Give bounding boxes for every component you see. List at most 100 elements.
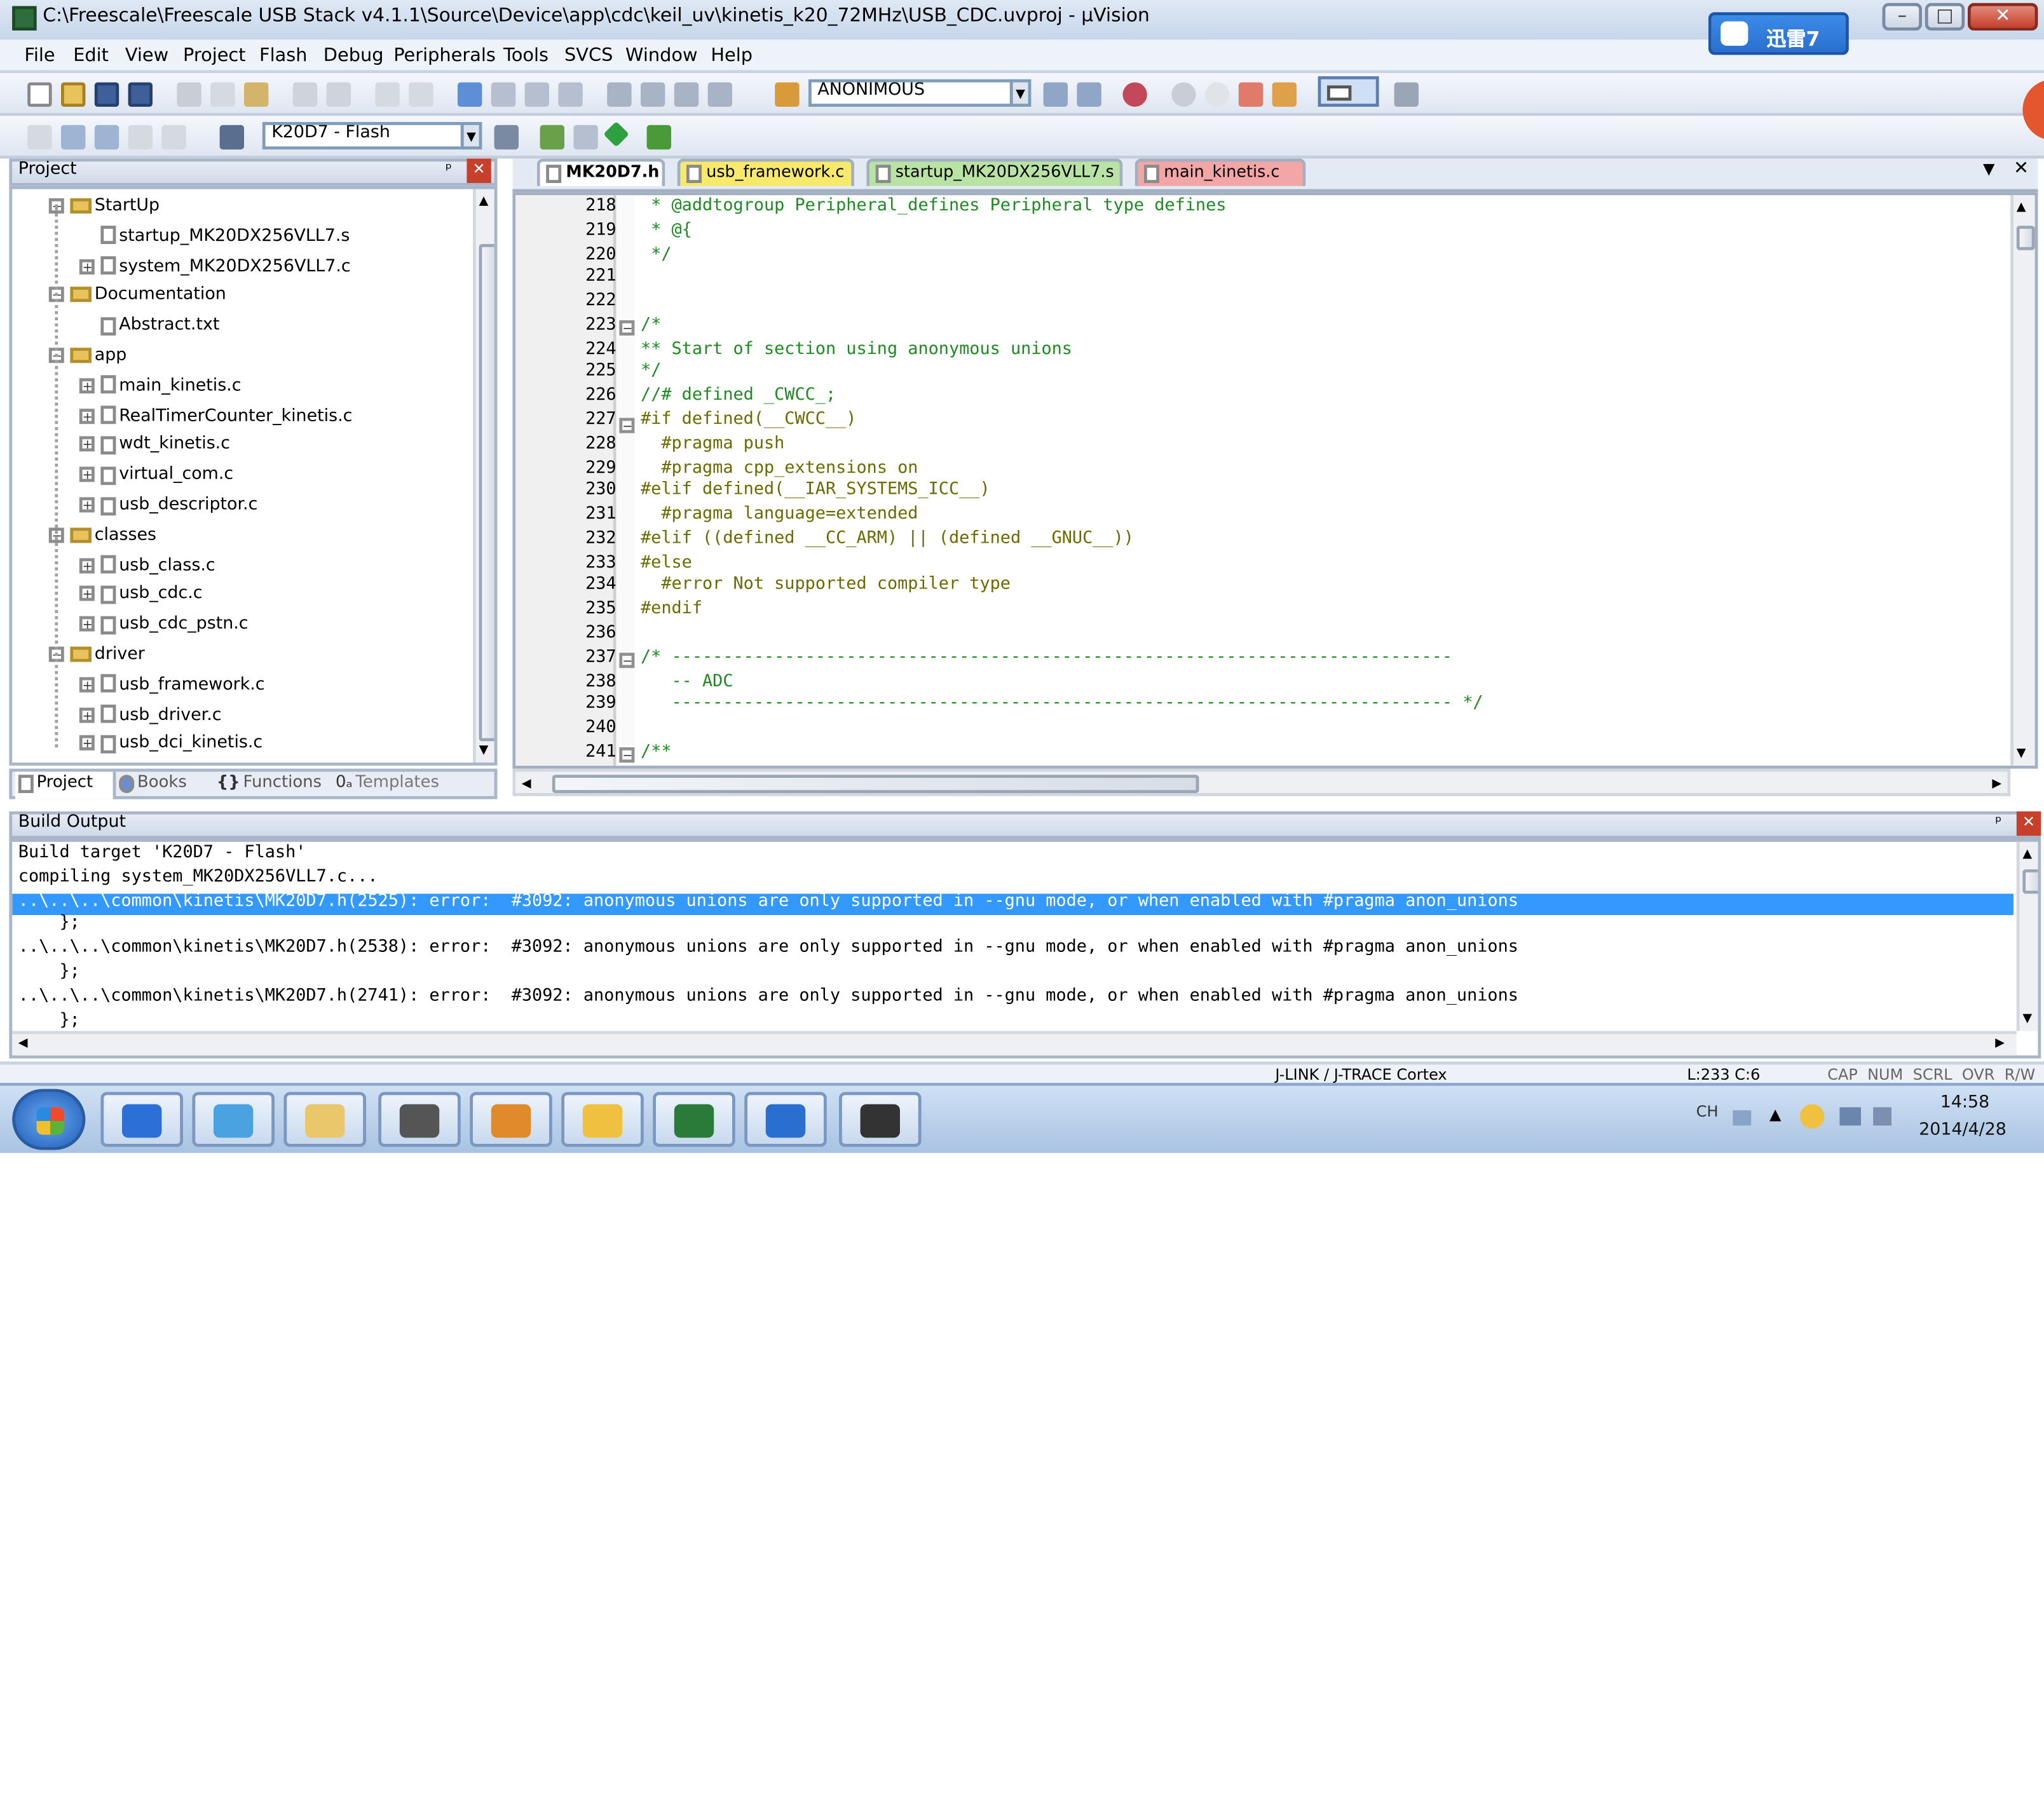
scroll-up-icon[interactable]: ▲ bbox=[479, 192, 489, 207]
tab-functions[interactable]: {} Functions bbox=[214, 771, 327, 799]
nav-forward-icon[interactable] bbox=[409, 82, 433, 107]
taskbar-button[interactable] bbox=[746, 1092, 828, 1147]
code-line[interactable]: ** Start of section using anonymous unio… bbox=[641, 341, 1072, 359]
taskbar-button[interactable] bbox=[12, 1089, 86, 1150]
batch-build-icon[interactable] bbox=[128, 125, 153, 150]
menu-debug[interactable]: Debug bbox=[324, 44, 384, 66]
maximize-button[interactable]: □ bbox=[1925, 3, 1965, 31]
expand-icon[interactable]: + bbox=[79, 616, 95, 632]
target-combo[interactable]: K20D7 - Flash bbox=[262, 122, 467, 150]
build-output-line-selected[interactable]: ..\..\..\common\kinetis\MK20D7.h(2525): … bbox=[18, 892, 1518, 911]
menu-help[interactable]: Help bbox=[711, 44, 753, 66]
project-file-node[interactable]: + usb_dci_kinetis.c bbox=[79, 733, 262, 763]
code-line[interactable]: #if defined(__CWCC__) bbox=[641, 412, 857, 430]
expand-icon[interactable]: + bbox=[79, 407, 95, 423]
expand-icon[interactable]: + bbox=[79, 587, 95, 602]
expand-icon[interactable]: + bbox=[79, 676, 95, 692]
project-file-node[interactable]: + virtual_com.c bbox=[79, 465, 233, 494]
code-line[interactable]: * @{ bbox=[641, 222, 692, 240]
download-flash-icon[interactable] bbox=[219, 125, 244, 150]
taskbar-button[interactable] bbox=[838, 1092, 920, 1147]
project-group-node[interactable]: − classes bbox=[48, 524, 156, 554]
clear-all-breakpoints-icon[interactable] bbox=[1272, 82, 1297, 107]
build-output-log[interactable]: Build target 'K20D7 - Flash' compiling sy… bbox=[9, 839, 2041, 1059]
scroll-right-icon[interactable]: ▶ bbox=[1992, 775, 2001, 790]
scroll-down-icon[interactable]: ▼ bbox=[2022, 1010, 2032, 1025]
cut-icon[interactable] bbox=[177, 82, 201, 107]
copy-icon[interactable] bbox=[210, 82, 235, 107]
configure-icon[interactable] bbox=[1394, 82, 1419, 107]
menu-window[interactable]: Window bbox=[625, 44, 698, 66]
project-file-node[interactable]: startup_MK20DX256VLL7.s bbox=[79, 225, 350, 255]
stop-build-icon[interactable] bbox=[161, 125, 186, 150]
editor-tab-main-kinetis-c[interactable]: main_kinetis.c bbox=[1134, 158, 1306, 186]
next-bookmark-icon[interactable] bbox=[524, 82, 550, 107]
fold-toggle-icon[interactable]: − bbox=[619, 416, 635, 432]
target-options-icon[interactable] bbox=[494, 125, 519, 150]
project-file-node[interactable]: + usb_descriptor.c bbox=[79, 494, 257, 524]
editor-horizontal-scrollbar[interactable]: ◀ ▶ bbox=[512, 768, 2011, 796]
taskbar-button[interactable] bbox=[469, 1092, 552, 1147]
project-file-node[interactable]: + system_MK20DX256VLL7.c bbox=[79, 255, 351, 285]
menu-peripherals[interactable]: Peripherals bbox=[393, 44, 496, 66]
project-group-node[interactable]: − Documentation bbox=[48, 285, 226, 315]
project-panel-close-icon[interactable]: ✕ bbox=[467, 158, 491, 183]
build-output-hscrollbar[interactable]: ◀ ▶ bbox=[12, 1031, 2017, 1056]
build-output-line[interactable]: }; bbox=[18, 964, 79, 982]
debug-start-icon[interactable] bbox=[1122, 82, 1147, 107]
taskbar-button[interactable] bbox=[100, 1092, 183, 1147]
taskbar-button[interactable] bbox=[193, 1092, 275, 1147]
close-editor-icon[interactable]: ✕ bbox=[2013, 159, 2029, 180]
editor-tab-startup-s[interactable]: startup_MK20DX256VLL7.s bbox=[866, 158, 1123, 186]
editor-vertical-scrollbar[interactable]: ▲ ▼ bbox=[2010, 195, 2035, 766]
tray-clock-date[interactable]: 2014/4/28 bbox=[1919, 1122, 2007, 1141]
scroll-left-icon[interactable]: ◀ bbox=[522, 775, 531, 790]
menu-flash[interactable]: Flash bbox=[259, 44, 308, 66]
disable-breakpoint-icon[interactable] bbox=[1205, 82, 1230, 107]
uncomment-icon[interactable] bbox=[707, 82, 732, 107]
editor-tab-mk20d7-h[interactable]: MK20D7.h bbox=[536, 158, 665, 186]
scroll-right-icon[interactable]: ▶ bbox=[1995, 1034, 2005, 1049]
build-output-line[interactable]: }; bbox=[18, 916, 79, 935]
tray-clock-time[interactable]: 14:58 bbox=[1940, 1095, 1989, 1113]
editor-vscroll-thumb[interactable] bbox=[2016, 226, 2035, 250]
incremental-find-icon[interactable] bbox=[1077, 82, 1101, 107]
kill-breakpoints-icon[interactable] bbox=[1238, 82, 1264, 107]
window-layout-button[interactable] bbox=[1318, 76, 1379, 107]
fold-toggle-icon[interactable]: − bbox=[619, 321, 635, 337]
nav-back-icon[interactable] bbox=[375, 82, 400, 107]
scroll-up-icon[interactable]: ▲ bbox=[2022, 845, 2032, 860]
tab-templates[interactable]: 0ₐ Templates bbox=[332, 771, 454, 799]
tray-volume-icon[interactable] bbox=[1873, 1107, 1891, 1126]
scroll-down-icon[interactable]: ▼ bbox=[479, 741, 489, 756]
code-line[interactable]: #pragma language=extended bbox=[641, 506, 918, 525]
save-icon[interactable] bbox=[94, 82, 119, 107]
build-output-line[interactable]: ..\..\..\common\kinetis\MK20D7.h(2741): … bbox=[18, 988, 1518, 1006]
code-line[interactable]: ----------------------------------------… bbox=[641, 696, 1483, 715]
prev-bookmark-icon[interactable] bbox=[491, 82, 516, 107]
code-editor[interactable] bbox=[512, 192, 2038, 769]
build-output-close-icon[interactable]: ✕ bbox=[2016, 811, 2041, 836]
menu-file[interactable]: File bbox=[24, 44, 55, 66]
file-extensions-icon[interactable] bbox=[573, 125, 598, 150]
code-line[interactable]: -- ADC bbox=[641, 673, 733, 691]
code-line[interactable]: #endif bbox=[641, 602, 702, 620]
xunlei-floating-badge[interactable]: 迅雷7 bbox=[1708, 12, 1849, 55]
fold-toggle-icon[interactable]: − bbox=[619, 653, 635, 669]
build-output-line[interactable]: Build target 'K20D7 - Flash' bbox=[18, 845, 306, 864]
project-file-node[interactable]: Abstract.txt bbox=[79, 315, 219, 344]
expand-icon[interactable]: + bbox=[79, 377, 95, 393]
find-in-files-icon[interactable] bbox=[775, 82, 800, 107]
build-output-scrollbar[interactable]: ▲ ▼ bbox=[2016, 841, 2038, 1031]
code-line[interactable]: #else bbox=[641, 554, 692, 573]
search-combo-arrow-icon[interactable]: ▼ bbox=[1009, 79, 1032, 107]
code-line[interactable]: */ bbox=[641, 364, 661, 383]
menu-project[interactable]: Project bbox=[183, 44, 246, 66]
undo-icon[interactable] bbox=[292, 82, 318, 107]
menu-svcs[interactable]: SVCS bbox=[564, 44, 613, 66]
manage-components-icon[interactable] bbox=[540, 125, 565, 150]
scroll-down-icon[interactable]: ▼ bbox=[2017, 744, 2026, 759]
menu-view[interactable]: View bbox=[125, 44, 168, 66]
rebuild-icon[interactable] bbox=[94, 125, 119, 150]
open-file-icon[interactable] bbox=[61, 82, 86, 107]
